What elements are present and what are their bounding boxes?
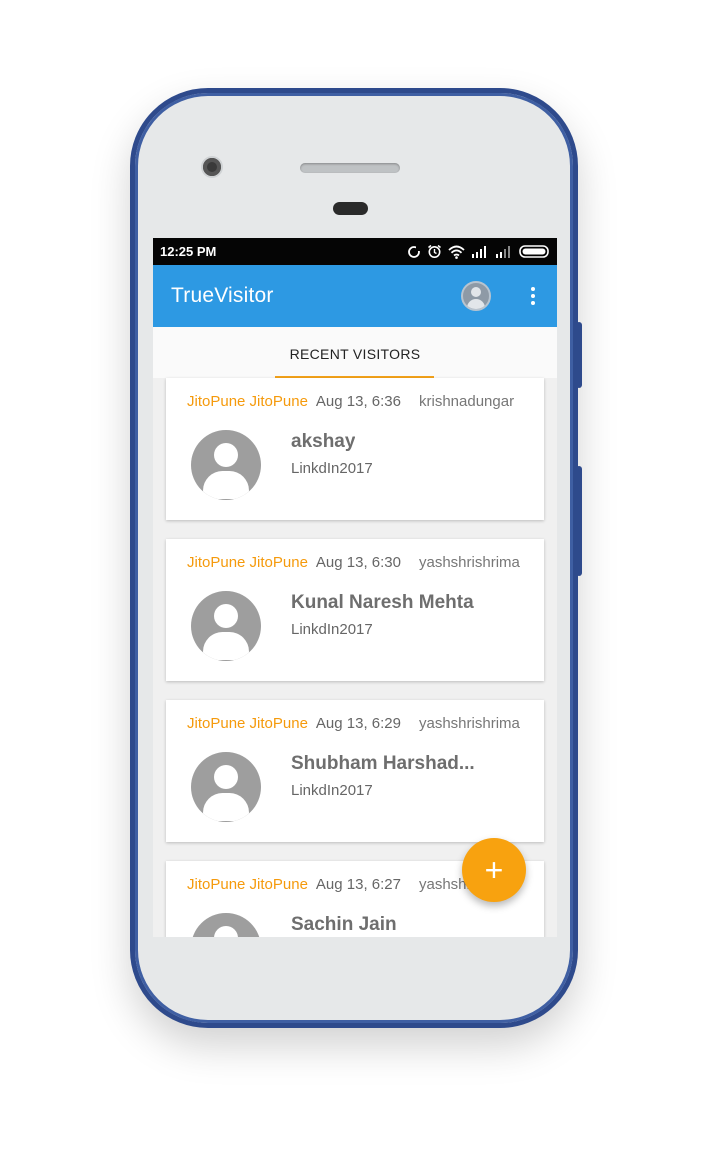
phone-side-button	[576, 322, 582, 388]
add-icon: +	[484, 851, 504, 888]
more-vert-icon[interactable]	[523, 287, 543, 305]
status-bar: 12:25 PM	[153, 238, 557, 265]
visit-time: Aug 13, 6:29	[315, 715, 401, 732]
host-username: yashshrishrima	[419, 554, 520, 571]
wifi-icon	[448, 245, 465, 259]
alarm-icon	[428, 244, 441, 258]
card-meta: JitoPune JitoPune Aug 13, 6:29 yashshris…	[187, 715, 534, 732]
visitor-org: JitoPune JitoPune	[187, 715, 308, 732]
signal-icon	[472, 246, 486, 258]
avatar-icon	[191, 913, 261, 937]
visitor-event: LinkdIn2017	[291, 782, 373, 799]
visitor-name: Shubham Harshad...	[291, 753, 475, 774]
avatar-icon	[191, 752, 261, 822]
screen: 12:25 PM TrueVisitor RECENT VISITORS Jit…	[153, 238, 557, 937]
account-icon[interactable]	[461, 281, 491, 311]
app-title: TrueVisitor	[171, 284, 274, 307]
host-username: krishnadungar	[419, 393, 515, 410]
visitor-name: akshay	[291, 431, 356, 452]
phone-side-button	[576, 466, 582, 576]
signal-weak-icon	[496, 246, 510, 258]
visitor-card[interactable]: JitoPune JitoPune Aug 13, 6:30 yashshris…	[166, 539, 544, 681]
visitor-name: Kunal Naresh Mehta	[291, 592, 474, 613]
visit-time: Aug 13, 6:27	[315, 876, 401, 893]
card-meta: JitoPune JitoPune Aug 13, 6:30 yashshris…	[187, 554, 534, 571]
visitor-name: Sachin Jain	[291, 914, 397, 935]
proximity-sensor	[333, 202, 368, 215]
tab-recent-visitors[interactable]: RECENT VISITORS	[290, 344, 421, 362]
visit-time: Aug 13, 6:30	[315, 554, 401, 571]
visitor-org: JitoPune JitoPune	[187, 393, 308, 410]
visitor-event: LinkdIn2017	[291, 460, 373, 477]
tab-bar: RECENT VISITORS	[153, 327, 557, 378]
earpiece-speaker	[300, 163, 400, 173]
visitor-event: LinkdIn2017	[291, 621, 373, 638]
avatar-icon	[191, 430, 261, 500]
host-username: yashshrishrima	[419, 715, 520, 732]
visitor-card[interactable]: JitoPune JitoPune Aug 13, 6:29 yashshris…	[166, 700, 544, 842]
card-meta: JitoPune JitoPune Aug 13, 6:36 krishnadu…	[187, 393, 534, 410]
front-camera	[203, 158, 221, 176]
status-time: 12:25 PM	[160, 244, 217, 259]
visitor-org: JitoPune JitoPune	[187, 876, 308, 893]
sync-icon	[408, 245, 421, 258]
visitor-card[interactable]: JitoPune JitoPune Aug 13, 6:36 krishnadu…	[166, 378, 544, 520]
add-visitor-button[interactable]: +	[462, 838, 526, 902]
visit-time: Aug 13, 6:36	[315, 393, 401, 410]
app-bar: TrueVisitor	[153, 265, 557, 327]
status-icons	[407, 244, 551, 259]
visitor-org: JitoPune JitoPune	[187, 554, 308, 571]
avatar-icon	[191, 591, 261, 661]
battery-icon	[519, 245, 549, 258]
